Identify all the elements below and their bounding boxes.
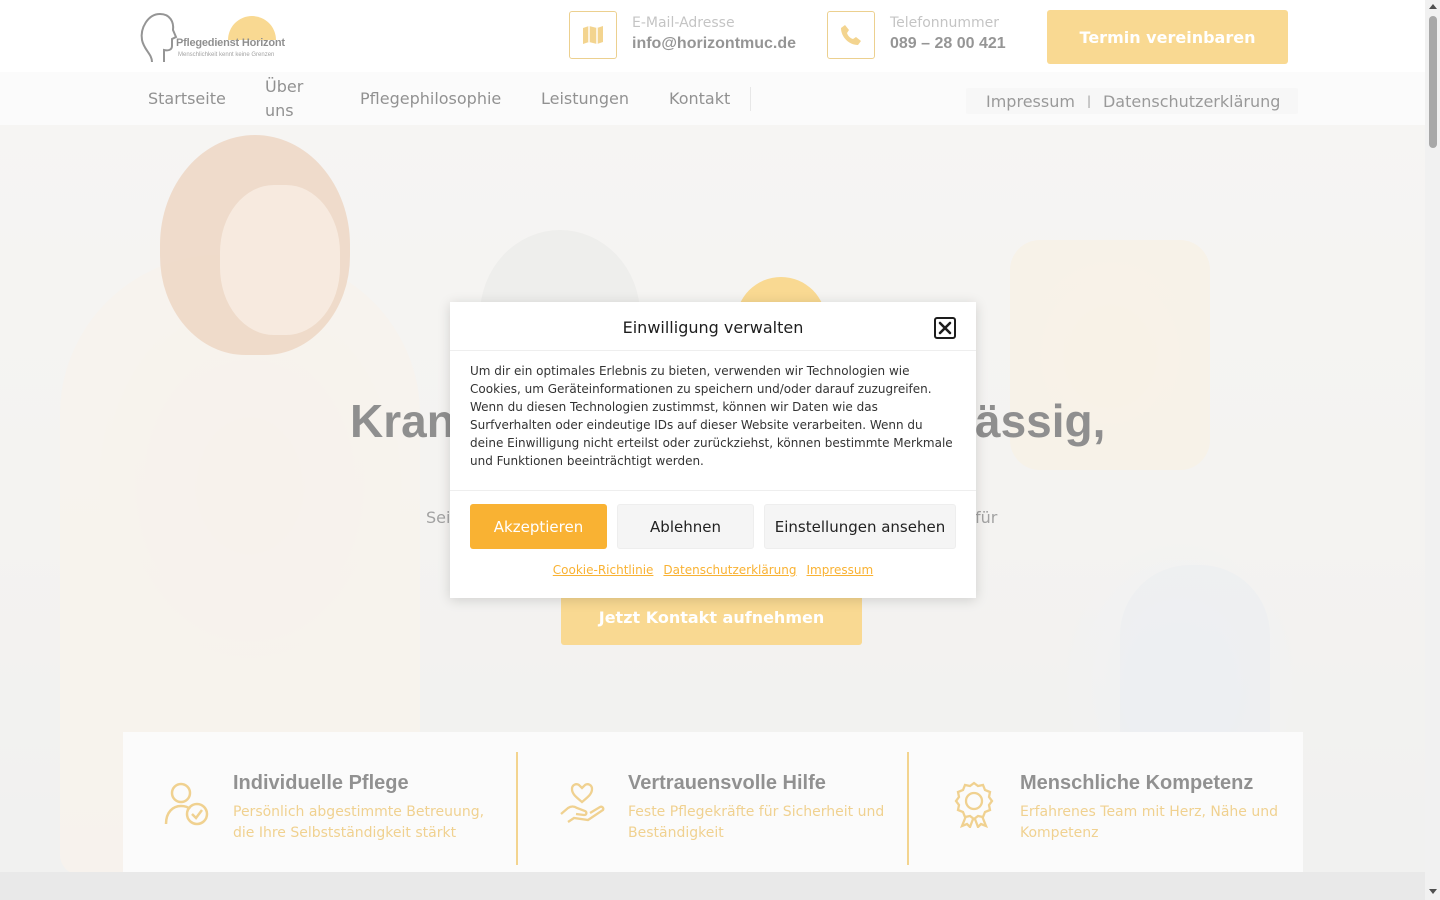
consent-divider: [450, 350, 976, 351]
accept-button[interactable]: Akzeptieren: [470, 504, 607, 549]
imprint-link[interactable]: Impressum: [807, 563, 874, 577]
consent-divider: [450, 490, 976, 491]
consent-title: Einwilligung verwalten: [622, 318, 804, 337]
privacy-policy-link[interactable]: Datenschutzerklärung: [663, 563, 796, 577]
consent-message: Um dir ein optimales Erlebnis zu bieten,…: [470, 364, 953, 468]
scroll-up-arrow-icon[interactable]: [1429, 4, 1437, 9]
consent-links: Cookie-Richtlinie Datenschutzerklärung I…: [450, 563, 976, 577]
deny-button[interactable]: Ablehnen: [617, 504, 754, 549]
cookie-consent-dialog: Einwilligung verwalten Um dir ein optima…: [450, 302, 976, 598]
scrollbar-thumb[interactable]: [1429, 16, 1437, 148]
close-icon[interactable]: [934, 317, 956, 339]
cookie-policy-link[interactable]: Cookie-Richtlinie: [553, 563, 654, 577]
page-scrollbar[interactable]: [1425, 0, 1440, 900]
view-preferences-button[interactable]: Einstellungen ansehen: [764, 504, 956, 549]
next-section-edge: [0, 872, 1425, 900]
scroll-down-arrow-icon[interactable]: [1429, 889, 1437, 894]
